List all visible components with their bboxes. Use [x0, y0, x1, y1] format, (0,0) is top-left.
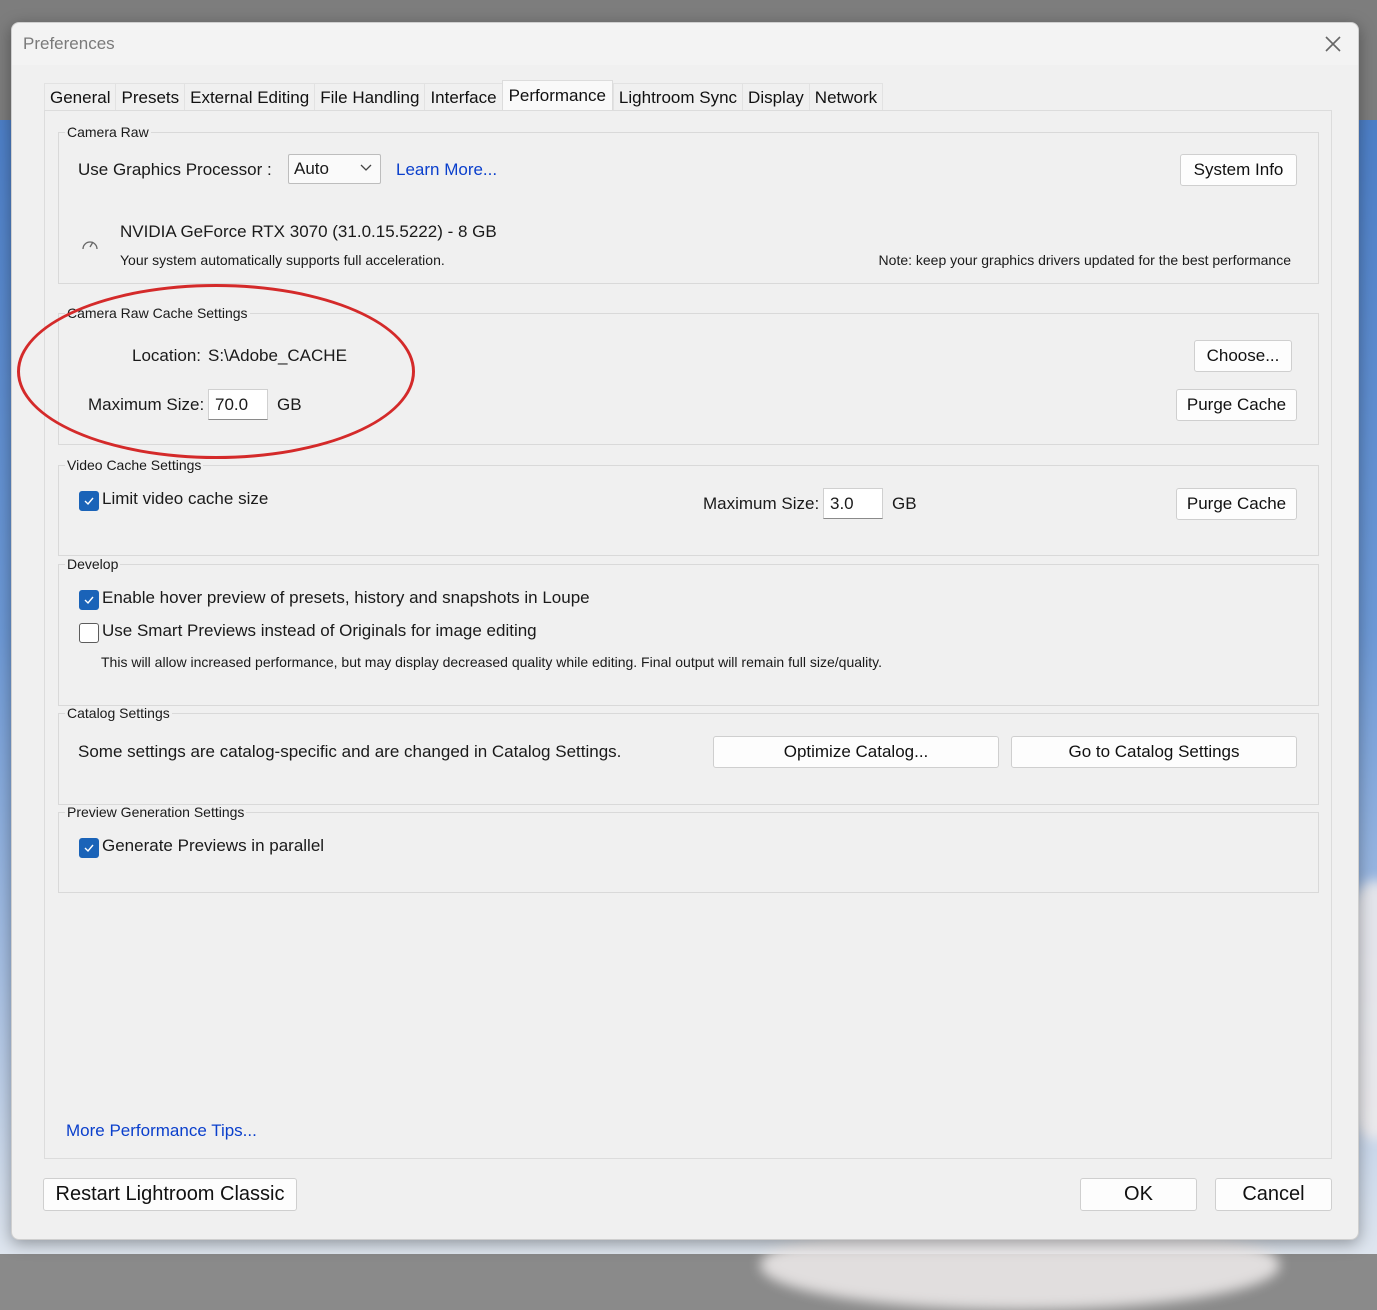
- checkmark-icon: [84, 596, 94, 605]
- system-info-button[interactable]: System Info: [1180, 154, 1297, 186]
- tab-presets[interactable]: Presets: [115, 83, 185, 111]
- catalog-legend: Catalog Settings: [67, 705, 170, 721]
- smart-previews-checkbox[interactable]: [79, 623, 99, 643]
- raw-cache-legend: Camera Raw Cache Settings: [67, 305, 248, 321]
- gpu-select[interactable]: Auto: [288, 154, 381, 184]
- checkmark-icon: [84, 844, 94, 853]
- tab-lightroom-sync[interactable]: Lightroom Sync: [612, 83, 743, 111]
- catalog-description: Some settings are catalog-specific and a…: [78, 742, 622, 761]
- raw-cache-purge-button[interactable]: Purge Cache: [1176, 389, 1297, 421]
- hover-preview-label: Enable hover preview of presets, history…: [102, 588, 590, 607]
- gpu-select-value: Auto: [294, 159, 329, 178]
- raw-cache-group: Camera Raw Cache Settings: [58, 305, 1319, 445]
- title-bar: Preferences: [12, 23, 1358, 65]
- tab-display[interactable]: Display: [742, 83, 809, 111]
- tab-bar: General Presets External Editing File Ha…: [44, 80, 884, 111]
- checkmark-icon: [84, 497, 94, 506]
- learn-more-link[interactable]: Learn More...: [396, 160, 497, 180]
- tab-network[interactable]: Network: [808, 83, 884, 111]
- performance-panel: Camera Raw Use Graphics Processor : Auto…: [44, 110, 1332, 1159]
- raw-cache-max-size-label: Maximum Size:: [88, 395, 205, 414]
- performance-gauge-icon: [82, 241, 98, 250]
- parallel-previews-checkbox[interactable]: [79, 838, 99, 858]
- limit-video-cache-label: Limit video cache size: [102, 489, 269, 508]
- tab-file-handling[interactable]: File Handling: [314, 83, 425, 111]
- preview-generation-legend: Preview Generation Settings: [67, 804, 245, 820]
- tab-general[interactable]: General: [44, 83, 116, 111]
- video-cache-purge-button[interactable]: Purge Cache: [1176, 488, 1297, 520]
- smart-previews-label: Use Smart Previews instead of Originals …: [102, 621, 537, 640]
- gpu-status: Your system automatically supports full …: [120, 252, 445, 268]
- ok-button[interactable]: OK: [1080, 1178, 1197, 1211]
- choose-location-button[interactable]: Choose...: [1194, 340, 1292, 372]
- video-cache-unit: GB: [892, 494, 917, 513]
- more-performance-tips-link[interactable]: More Performance Tips...: [66, 1121, 257, 1141]
- smart-previews-note: This will allow increased performance, b…: [101, 654, 882, 670]
- cancel-button[interactable]: Cancel: [1215, 1178, 1332, 1211]
- cache-location-label: Location:: [132, 346, 201, 365]
- video-cache-max-size-label: Maximum Size:: [703, 494, 820, 513]
- video-cache-legend: Video Cache Settings: [67, 457, 202, 473]
- close-button[interactable]: [1320, 31, 1346, 57]
- close-icon: [1325, 36, 1341, 52]
- hover-preview-checkbox[interactable]: [79, 590, 99, 610]
- tab-performance[interactable]: Performance: [501, 80, 613, 111]
- go-to-catalog-settings-button[interactable]: Go to Catalog Settings: [1011, 736, 1297, 768]
- gpu-label: Use Graphics Processor :: [78, 160, 272, 179]
- restart-lightroom-button[interactable]: Restart Lightroom Classic: [43, 1178, 297, 1211]
- tab-interface[interactable]: Interface: [424, 83, 502, 111]
- optimize-catalog-button[interactable]: Optimize Catalog...: [713, 736, 999, 768]
- driver-note: Note: keep your graphics drivers updated…: [878, 252, 1291, 268]
- chevron-down-icon: [360, 164, 372, 171]
- window-title: Preferences: [23, 34, 115, 53]
- gpu-name: NVIDIA GeForce RTX 3070 (31.0.15.5222) -…: [120, 222, 497, 241]
- raw-cache-max-size-input[interactable]: 70.0: [208, 389, 268, 420]
- develop-legend: Develop: [67, 556, 119, 572]
- limit-video-cache-checkbox[interactable]: [79, 491, 99, 511]
- tab-external-editing[interactable]: External Editing: [184, 83, 315, 111]
- parallel-previews-label: Generate Previews in parallel: [102, 836, 325, 855]
- raw-cache-unit: GB: [277, 395, 302, 414]
- video-cache-max-size-input[interactable]: 3.0: [823, 488, 883, 519]
- preferences-dialog: Preferences General Presets External Edi…: [11, 22, 1359, 1240]
- cache-location-value: S:\Adobe_CACHE: [208, 346, 347, 365]
- camera-raw-legend: Camera Raw: [67, 124, 149, 140]
